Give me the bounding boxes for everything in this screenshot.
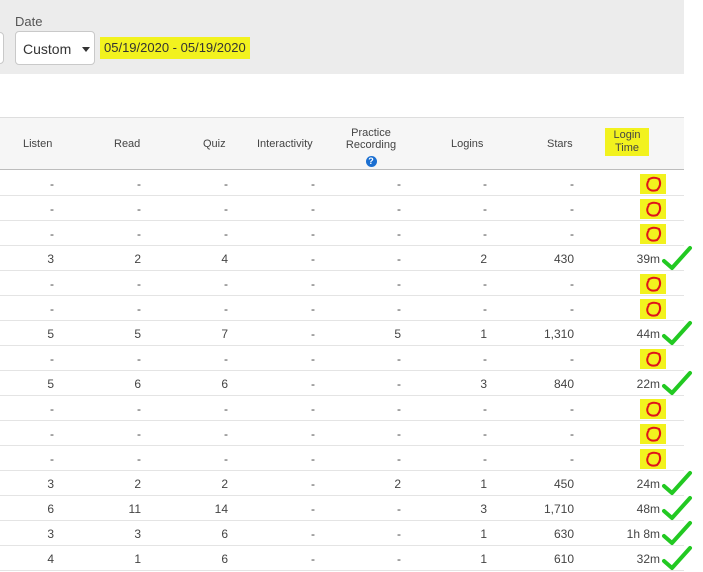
date-range-select[interactable]: Custom bbox=[15, 31, 95, 65]
green-check-mark bbox=[662, 546, 692, 570]
chevron-down-icon bbox=[82, 47, 90, 52]
table-row[interactable]: 3 3 6- -1 630 1h 8m bbox=[0, 521, 692, 546]
previous-filter-control[interactable] bbox=[0, 32, 4, 64]
header-practice-recording[interactable]: Practice Recording ? bbox=[342, 127, 400, 169]
green-check-mark bbox=[662, 496, 692, 520]
red-scribble-mark bbox=[640, 399, 666, 419]
help-icon[interactable]: ? bbox=[365, 156, 377, 167]
table-row[interactable]: ------- bbox=[0, 396, 684, 421]
green-check-mark bbox=[662, 521, 692, 545]
check-stroke bbox=[662, 371, 692, 395]
table-header: Listen Read Quiz Interactivity Practice … bbox=[0, 117, 684, 170]
green-check-mark bbox=[662, 246, 692, 270]
check-stroke bbox=[662, 521, 692, 545]
date-range-select-value: Custom bbox=[23, 41, 72, 57]
red-scribble-mark bbox=[640, 199, 666, 219]
red-scribble-mark bbox=[640, 349, 666, 369]
table-row[interactable]: 3 2 4- -2 430 39m bbox=[0, 246, 692, 271]
header-stars[interactable]: Stars bbox=[547, 138, 573, 151]
table-row[interactable]: 5 5 7-5 1 1,310 44m bbox=[0, 321, 692, 346]
table-row[interactable]: ------- bbox=[0, 271, 684, 296]
header-practice-recording-line1: Practice bbox=[351, 127, 391, 139]
header-quiz[interactable]: Quiz bbox=[203, 138, 226, 151]
table-row[interactable]: 4 1 6- -1 610 32m bbox=[0, 546, 692, 571]
table-row[interactable]: ------- bbox=[0, 196, 684, 221]
table-row[interactable]: ------- bbox=[0, 296, 684, 321]
header-interactivity[interactable]: Interactivity bbox=[257, 138, 313, 151]
check-stroke bbox=[662, 471, 692, 495]
green-check-mark bbox=[662, 471, 692, 495]
header-read[interactable]: Read bbox=[114, 138, 140, 151]
red-scribble-mark bbox=[640, 424, 666, 444]
check-stroke bbox=[662, 496, 692, 520]
check-stroke bbox=[662, 246, 692, 270]
table-row[interactable]: ------- bbox=[0, 446, 684, 471]
green-check-mark bbox=[662, 371, 692, 395]
date-filter-bar: Date Custom 05/19/2020 - 05/19/2020 bbox=[0, 0, 684, 74]
header-practice-recording-line2: Recording bbox=[345, 139, 397, 151]
header-listen[interactable]: Listen bbox=[23, 138, 52, 151]
table-row[interactable]: ------- bbox=[0, 171, 684, 196]
table-row[interactable]: 6 11 14- -3 1,710 48m bbox=[0, 496, 692, 521]
header-login-time-line1: Login bbox=[613, 129, 641, 141]
red-scribble-mark bbox=[640, 449, 666, 469]
table-row[interactable]: ------- bbox=[0, 346, 684, 371]
table-row[interactable]: ------- bbox=[0, 221, 684, 246]
header-login-time[interactable]: Login Time bbox=[605, 128, 649, 156]
red-scribble-mark bbox=[640, 174, 666, 194]
date-range-text[interactable]: 05/19/2020 - 05/19/2020 bbox=[100, 37, 250, 59]
red-scribble-mark bbox=[640, 274, 666, 294]
check-stroke bbox=[662, 321, 692, 345]
red-scribble-mark bbox=[640, 299, 666, 319]
red-scribble-mark bbox=[640, 224, 666, 244]
table-row[interactable]: 5 6 6- -3 840 22m bbox=[0, 371, 692, 396]
header-logins[interactable]: Logins bbox=[451, 138, 483, 151]
table-row[interactable]: ------- bbox=[0, 421, 684, 446]
green-check-mark bbox=[662, 321, 692, 345]
date-label: Date bbox=[15, 14, 43, 29]
table-row[interactable]: 3 2 2-2 1 450 24m bbox=[0, 471, 692, 496]
header-login-time-line2: Time bbox=[614, 142, 640, 154]
check-stroke bbox=[662, 546, 692, 570]
